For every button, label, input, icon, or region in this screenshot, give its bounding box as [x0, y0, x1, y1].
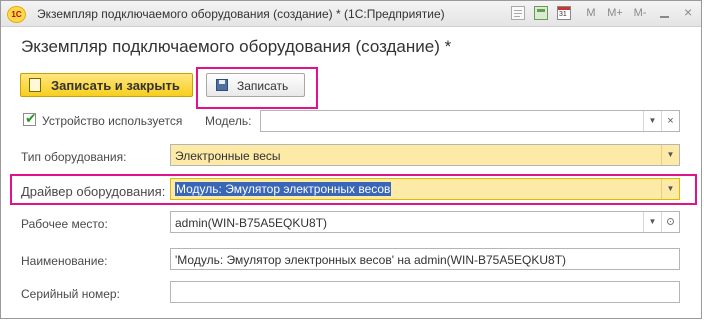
- driver-dropdown-button[interactable]: ▼: [661, 179, 679, 199]
- title-bar: 1С Экземпляр подключаемого оборудования …: [1, 1, 701, 27]
- save-and-close-label: Записать и закрыть: [51, 78, 180, 93]
- equipment-type-field[interactable]: Электронные весы ▼: [170, 144, 680, 166]
- checkmark-icon: ✔: [25, 110, 37, 126]
- save-close-icon: [29, 78, 41, 92]
- device-used-checkbox[interactable]: ✔: [23, 110, 37, 126]
- floppy-disk-icon: [216, 79, 228, 91]
- model-label: Модель:: [205, 114, 252, 128]
- save-label: Записать: [237, 79, 289, 93]
- serial-number-field[interactable]: [170, 281, 680, 303]
- minimize-icon[interactable]: [658, 6, 672, 20]
- name-value: 'Модуль: Эмулятор электронных весов' на …: [175, 253, 567, 267]
- model-clear-button[interactable]: ×: [661, 111, 679, 131]
- calculator-icon[interactable]: [534, 6, 548, 20]
- memory-button[interactable]: M: [585, 5, 597, 22]
- equipment-instance-window: 1С Экземпляр подключаемого оборудования …: [0, 0, 702, 319]
- name-field[interactable]: 'Модуль: Эмулятор электронных весов' на …: [170, 248, 680, 270]
- driver-field[interactable]: Модуль: Эмулятор электронных весов ▼: [170, 178, 680, 200]
- equipment-type-label: Тип оборудования:: [21, 150, 127, 164]
- workplace-label: Рабочее место:: [21, 217, 108, 231]
- device-used-label: Устройство используется: [42, 114, 183, 128]
- workplace-open-button[interactable]: [661, 212, 679, 232]
- equipment-type-value: Электронные весы: [175, 149, 281, 163]
- memory-plus-button[interactable]: M+: [605, 5, 625, 22]
- document-icon[interactable]: [511, 6, 525, 20]
- workplace-field[interactable]: admin(WIN-B75A5EQKU8T) ▼: [170, 211, 680, 233]
- workplace-value: admin(WIN-B75A5EQKU8T): [175, 216, 328, 230]
- form-title: Экземпляр подключаемого оборудования (со…: [21, 37, 452, 56]
- driver-value: Модуль: Эмулятор электронных весов: [175, 182, 392, 196]
- equipment-type-dropdown-button[interactable]: ▼: [661, 145, 679, 165]
- close-icon[interactable]: ×: [684, 4, 698, 20]
- model-dropdown-button[interactable]: ▼: [643, 111, 661, 131]
- save-button[interactable]: Записать: [206, 73, 305, 97]
- window-title: Экземпляр подключаемого оборудования (со…: [37, 7, 445, 21]
- driver-label: Драйвер оборудования:: [21, 184, 166, 199]
- name-label: Наименование:: [21, 254, 108, 268]
- workplace-dropdown-button[interactable]: ▼: [643, 212, 661, 232]
- app-logo-icon: 1С: [7, 6, 26, 23]
- serial-label: Серийный номер:: [21, 287, 120, 301]
- save-and-close-button[interactable]: Записать и закрыть: [20, 73, 193, 97]
- model-field[interactable]: ▼ ×: [260, 110, 680, 132]
- calendar-icon[interactable]: 31: [557, 6, 571, 20]
- memory-minus-button[interactable]: M-: [631, 5, 649, 22]
